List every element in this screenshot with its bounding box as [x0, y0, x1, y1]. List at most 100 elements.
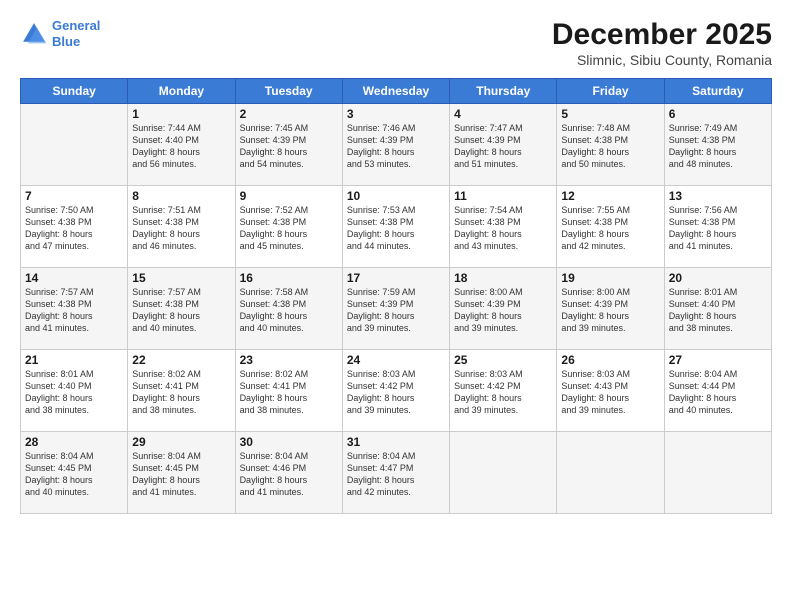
calendar-cell: 26 Sunrise: 8:03 AMSunset: 4:43 PMDaylig… [557, 350, 664, 432]
day-number: 17 [347, 271, 445, 285]
day-number: 12 [561, 189, 659, 203]
calendar-cell: 1 Sunrise: 7:44 AMSunset: 4:40 PMDayligh… [128, 104, 235, 186]
day-number: 28 [25, 435, 123, 449]
day-number: 20 [669, 271, 767, 285]
month-title: December 2025 [552, 18, 772, 52]
calendar-cell: 2 Sunrise: 7:45 AMSunset: 4:39 PMDayligh… [235, 104, 342, 186]
day-number: 23 [240, 353, 338, 367]
calendar-cell: 22 Sunrise: 8:02 AMSunset: 4:41 PMDaylig… [128, 350, 235, 432]
day-number: 31 [347, 435, 445, 449]
day-number: 19 [561, 271, 659, 285]
day-number: 2 [240, 107, 338, 121]
day-info: Sunrise: 7:47 AMSunset: 4:39 PMDaylight:… [454, 122, 552, 171]
day-info: Sunrise: 8:02 AMSunset: 4:41 PMDaylight:… [240, 368, 338, 417]
day-info: Sunrise: 7:58 AMSunset: 4:38 PMDaylight:… [240, 286, 338, 335]
day-info: Sunrise: 7:59 AMSunset: 4:39 PMDaylight:… [347, 286, 445, 335]
day-info: Sunrise: 7:54 AMSunset: 4:38 PMDaylight:… [454, 204, 552, 253]
logo-icon [20, 20, 48, 48]
day-info: Sunrise: 7:57 AMSunset: 4:38 PMDaylight:… [25, 286, 123, 335]
calendar-cell: 23 Sunrise: 8:02 AMSunset: 4:41 PMDaylig… [235, 350, 342, 432]
day-header-tuesday: Tuesday [235, 79, 342, 104]
day-number: 16 [240, 271, 338, 285]
header-row: SundayMondayTuesdayWednesdayThursdayFrid… [21, 79, 772, 104]
day-info: Sunrise: 8:01 AMSunset: 4:40 PMDaylight:… [25, 368, 123, 417]
day-info: Sunrise: 7:57 AMSunset: 4:38 PMDaylight:… [132, 286, 230, 335]
day-info: Sunrise: 8:04 AMSunset: 4:45 PMDaylight:… [132, 450, 230, 499]
day-header-friday: Friday [557, 79, 664, 104]
day-number: 25 [454, 353, 552, 367]
calendar-cell: 9 Sunrise: 7:52 AMSunset: 4:38 PMDayligh… [235, 186, 342, 268]
calendar-cell: 4 Sunrise: 7:47 AMSunset: 4:39 PMDayligh… [450, 104, 557, 186]
calendar-cell [664, 432, 771, 514]
day-number: 26 [561, 353, 659, 367]
week-row-5: 28 Sunrise: 8:04 AMSunset: 4:45 PMDaylig… [21, 432, 772, 514]
calendar-cell: 7 Sunrise: 7:50 AMSunset: 4:38 PMDayligh… [21, 186, 128, 268]
day-number: 11 [454, 189, 552, 203]
calendar-cell: 13 Sunrise: 7:56 AMSunset: 4:38 PMDaylig… [664, 186, 771, 268]
title-block: December 2025 Slimnic, Sibiu County, Rom… [552, 18, 772, 68]
calendar-cell: 20 Sunrise: 8:01 AMSunset: 4:40 PMDaylig… [664, 268, 771, 350]
calendar-cell: 15 Sunrise: 7:57 AMSunset: 4:38 PMDaylig… [128, 268, 235, 350]
day-info: Sunrise: 8:03 AMSunset: 4:42 PMDaylight:… [454, 368, 552, 417]
calendar-cell: 30 Sunrise: 8:04 AMSunset: 4:46 PMDaylig… [235, 432, 342, 514]
day-info: Sunrise: 7:50 AMSunset: 4:38 PMDaylight:… [25, 204, 123, 253]
calendar-cell: 21 Sunrise: 8:01 AMSunset: 4:40 PMDaylig… [21, 350, 128, 432]
day-number: 10 [347, 189, 445, 203]
day-info: Sunrise: 8:04 AMSunset: 4:45 PMDaylight:… [25, 450, 123, 499]
calendar-cell: 31 Sunrise: 8:04 AMSunset: 4:47 PMDaylig… [342, 432, 449, 514]
day-info: Sunrise: 7:45 AMSunset: 4:39 PMDaylight:… [240, 122, 338, 171]
subtitle: Slimnic, Sibiu County, Romania [552, 52, 772, 68]
calendar-cell: 12 Sunrise: 7:55 AMSunset: 4:38 PMDaylig… [557, 186, 664, 268]
day-info: Sunrise: 8:03 AMSunset: 4:42 PMDaylight:… [347, 368, 445, 417]
day-info: Sunrise: 8:04 AMSunset: 4:46 PMDaylight:… [240, 450, 338, 499]
day-info: Sunrise: 8:00 AMSunset: 4:39 PMDaylight:… [454, 286, 552, 335]
calendar-cell: 17 Sunrise: 7:59 AMSunset: 4:39 PMDaylig… [342, 268, 449, 350]
day-number: 21 [25, 353, 123, 367]
calendar-cell [557, 432, 664, 514]
day-number: 3 [347, 107, 445, 121]
day-number: 30 [240, 435, 338, 449]
day-number: 22 [132, 353, 230, 367]
day-info: Sunrise: 8:02 AMSunset: 4:41 PMDaylight:… [132, 368, 230, 417]
day-info: Sunrise: 7:49 AMSunset: 4:38 PMDaylight:… [669, 122, 767, 171]
calendar-cell [21, 104, 128, 186]
day-number: 14 [25, 271, 123, 285]
logo: General Blue [20, 18, 100, 49]
day-info: Sunrise: 8:01 AMSunset: 4:40 PMDaylight:… [669, 286, 767, 335]
calendar-cell: 6 Sunrise: 7:49 AMSunset: 4:38 PMDayligh… [664, 104, 771, 186]
day-info: Sunrise: 7:44 AMSunset: 4:40 PMDaylight:… [132, 122, 230, 171]
page: General Blue December 2025 Slimnic, Sibi… [0, 0, 792, 612]
calendar-cell: 11 Sunrise: 7:54 AMSunset: 4:38 PMDaylig… [450, 186, 557, 268]
logo-text: General Blue [52, 18, 100, 49]
day-number: 13 [669, 189, 767, 203]
calendar-cell: 18 Sunrise: 8:00 AMSunset: 4:39 PMDaylig… [450, 268, 557, 350]
day-info: Sunrise: 7:55 AMSunset: 4:38 PMDaylight:… [561, 204, 659, 253]
day-number: 5 [561, 107, 659, 121]
calendar-cell: 3 Sunrise: 7:46 AMSunset: 4:39 PMDayligh… [342, 104, 449, 186]
day-number: 6 [669, 107, 767, 121]
calendar-cell: 25 Sunrise: 8:03 AMSunset: 4:42 PMDaylig… [450, 350, 557, 432]
day-number: 18 [454, 271, 552, 285]
week-row-2: 7 Sunrise: 7:50 AMSunset: 4:38 PMDayligh… [21, 186, 772, 268]
day-info: Sunrise: 7:46 AMSunset: 4:39 PMDaylight:… [347, 122, 445, 171]
day-info: Sunrise: 8:00 AMSunset: 4:39 PMDaylight:… [561, 286, 659, 335]
day-number: 27 [669, 353, 767, 367]
day-number: 8 [132, 189, 230, 203]
day-header-sunday: Sunday [21, 79, 128, 104]
day-number: 4 [454, 107, 552, 121]
day-info: Sunrise: 7:51 AMSunset: 4:38 PMDaylight:… [132, 204, 230, 253]
day-info: Sunrise: 8:03 AMSunset: 4:43 PMDaylight:… [561, 368, 659, 417]
day-header-saturday: Saturday [664, 79, 771, 104]
day-number: 29 [132, 435, 230, 449]
calendar-cell: 14 Sunrise: 7:57 AMSunset: 4:38 PMDaylig… [21, 268, 128, 350]
calendar-cell: 16 Sunrise: 7:58 AMSunset: 4:38 PMDaylig… [235, 268, 342, 350]
day-info: Sunrise: 7:56 AMSunset: 4:38 PMDaylight:… [669, 204, 767, 253]
day-number: 1 [132, 107, 230, 121]
day-header-wednesday: Wednesday [342, 79, 449, 104]
calendar-cell [450, 432, 557, 514]
day-number: 15 [132, 271, 230, 285]
week-row-4: 21 Sunrise: 8:01 AMSunset: 4:40 PMDaylig… [21, 350, 772, 432]
calendar-cell: 8 Sunrise: 7:51 AMSunset: 4:38 PMDayligh… [128, 186, 235, 268]
day-info: Sunrise: 7:53 AMSunset: 4:38 PMDaylight:… [347, 204, 445, 253]
day-header-monday: Monday [128, 79, 235, 104]
